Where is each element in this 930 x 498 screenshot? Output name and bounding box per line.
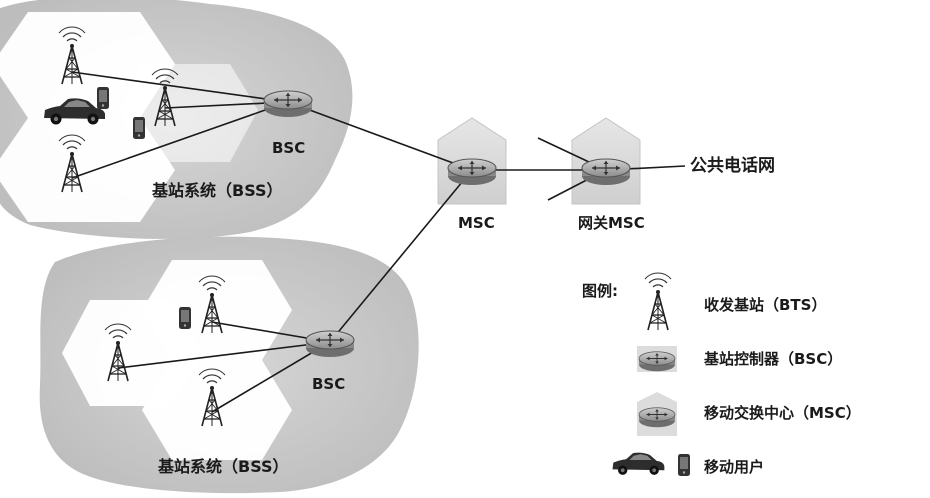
car-phone-icon [612,452,665,475]
router-icon [638,351,676,372]
bsc-label-bottom: BSC [312,375,345,393]
bsc-label-top: BSC [272,139,305,157]
legend-title: 图例: [582,282,618,300]
gateway-msc-router-icon [581,158,631,186]
bsc-router-icon [263,90,313,118]
phone-icon [179,307,191,329]
phone-icon [97,87,109,109]
bsc-router-icon [305,330,355,358]
bss-label-bottom: 基站系统（BSS） [157,457,289,476]
cellular-network-diagram: BSC 基站系统（BSS） BSC 基站系统（BSS） MSC 网关MSC 公共… [0,0,930,494]
gateway-msc-label: 网关MSC [578,214,645,232]
legend-label-msc: 移动交换中心（MSC） [704,404,861,422]
legend-label-user: 移动用户 [704,458,764,476]
phone-icon [678,454,690,476]
router-building-icon [638,407,676,428]
pstn-label: 公共电话网 [690,155,775,176]
legend-label-bts: 收发基站（BTS） [704,296,826,314]
cell-hexagon [120,64,258,162]
phone-icon [133,117,145,139]
msc-router-icon [447,158,497,186]
bss-label-top: 基站系统（BSS） [151,181,283,200]
msc-label: MSC [458,214,495,232]
antenna-tower-icon [644,272,672,331]
legend: 图例: 收发基站（BTS） 基站控制器（BSC） 移动交换中心（MSC） 移动用… [582,272,861,476]
legend-label-bsc: 基站控制器（BSC） [703,350,842,368]
bss-cloud-bottom [39,236,419,494]
